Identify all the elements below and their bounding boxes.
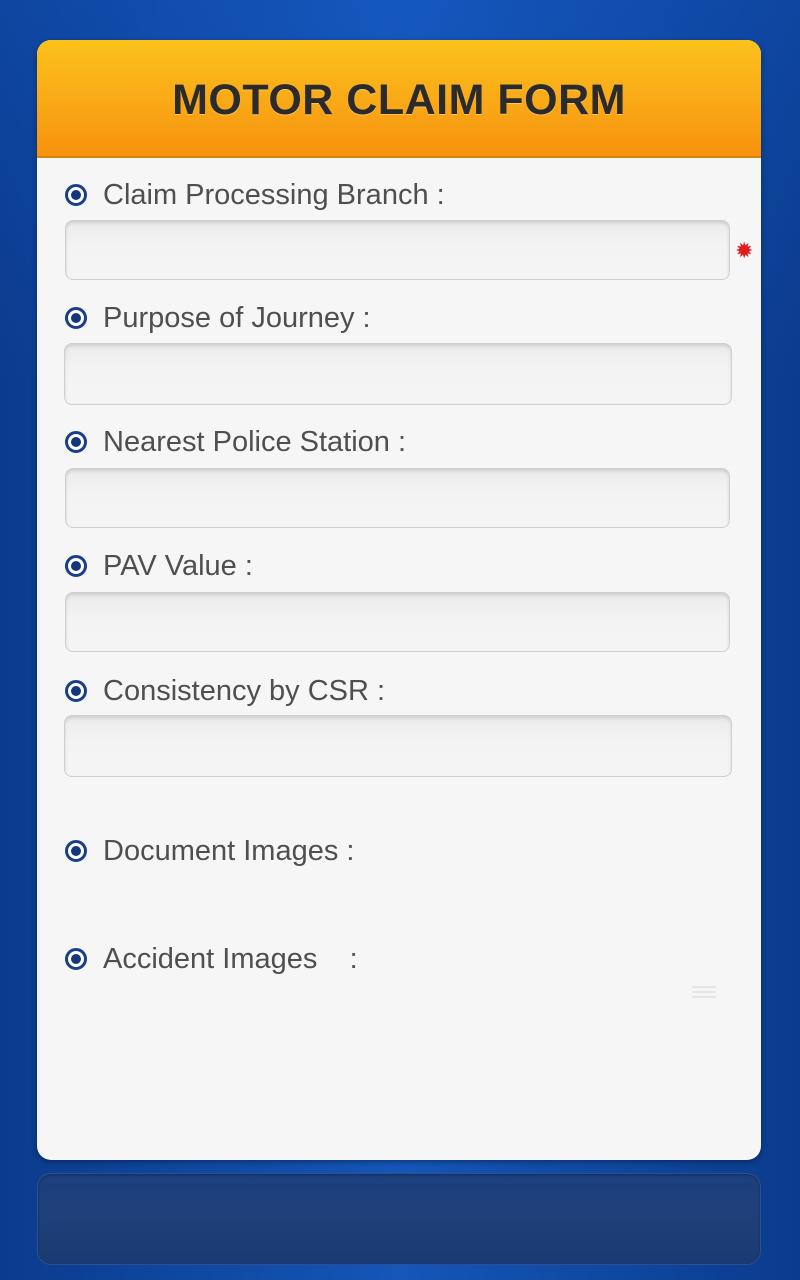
radio-selected-icon	[65, 840, 87, 862]
menu-icon-line	[692, 986, 716, 988]
radio-selected-icon	[65, 184, 87, 206]
claim-processing-branch-label-row: Claim Processing Branch :	[65, 178, 445, 212]
motor-claim-form-card: MOTOR CLAIM FORM Claim Processing Branch…	[37, 40, 761, 1160]
purpose-of-journey-label: Purpose of Journey :	[103, 301, 371, 334]
radio-selected-icon	[65, 948, 87, 970]
radio-selected-icon	[65, 431, 87, 453]
pav-value-label: PAV Value :	[103, 549, 253, 582]
radio-selected-icon	[65, 555, 87, 577]
pav-value-label-row: PAV Value :	[65, 549, 253, 583]
nearest-police-station-label-row: Nearest Police Station :	[65, 425, 406, 459]
menu-icon[interactable]	[692, 986, 716, 1000]
consistency-by-csr-label: Consistency by CSR :	[103, 674, 386, 707]
form-title: MOTOR CLAIM FORM	[172, 75, 626, 124]
purpose-of-journey-label-row: Purpose of Journey :	[65, 301, 371, 335]
bottom-bar	[37, 1173, 761, 1265]
accident-images-label-row: Accident Images :	[65, 942, 358, 976]
asterisk-icon: ✹	[735, 238, 754, 263]
document-images-label-row: Document Images :	[65, 834, 354, 868]
consistency-by-csr-label-row: Consistency by CSR :	[65, 674, 385, 708]
form-header: MOTOR CLAIM FORM	[37, 40, 761, 158]
purpose-of-journey-input[interactable]	[64, 343, 732, 405]
nearest-police-station-label: Nearest Police Station :	[103, 425, 407, 458]
radio-selected-icon	[65, 307, 87, 329]
menu-icon-line	[692, 996, 716, 998]
nearest-police-station-input[interactable]	[65, 468, 730, 528]
consistency-by-csr-input[interactable]	[64, 715, 732, 777]
pav-value-input[interactable]	[65, 592, 730, 652]
accident-images-label: Accident Images :	[103, 942, 358, 975]
claim-processing-branch-input[interactable]	[65, 220, 730, 280]
menu-icon-line	[692, 991, 716, 993]
claim-processing-branch-label: Claim Processing Branch :	[103, 178, 445, 211]
radio-selected-icon	[65, 680, 87, 702]
document-images-label: Document Images :	[103, 834, 355, 867]
